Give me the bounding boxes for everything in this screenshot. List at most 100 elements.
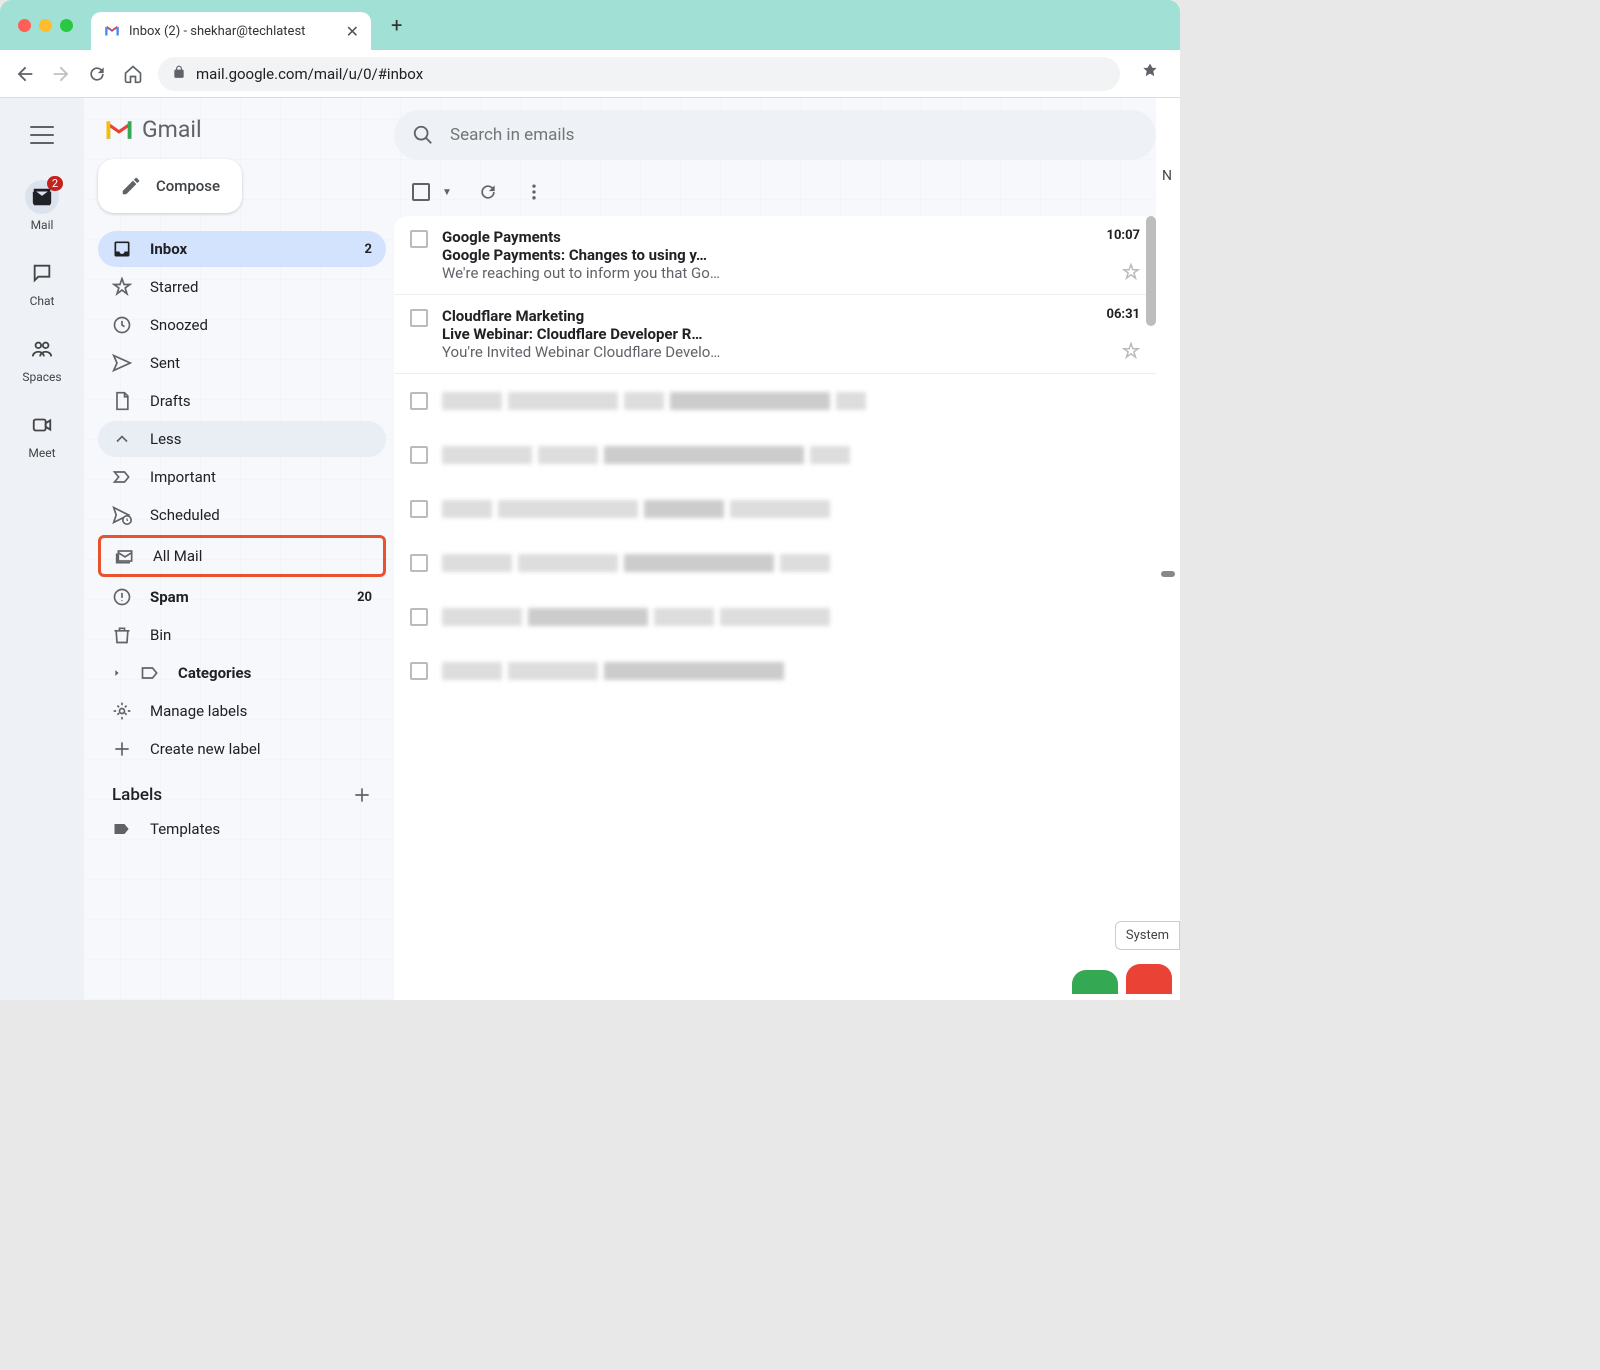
sidebar-item-less[interactable]: Less xyxy=(98,421,386,457)
url-bar[interactable]: mail.google.com/mail/u/0/#inbox xyxy=(158,57,1120,91)
browser-home-button[interactable] xyxy=(122,63,144,85)
all-mail-icon xyxy=(115,546,135,566)
sidebar-item-manage-labels[interactable]: Manage labels xyxy=(98,693,386,729)
email-checkbox[interactable] xyxy=(410,662,428,680)
send-icon xyxy=(112,353,132,373)
sidebar: Gmail Compose Inbox 2 Starred Snoozed Se… xyxy=(84,98,394,1000)
new-tab-button[interactable]: + xyxy=(371,13,422,37)
star-icon xyxy=(112,277,132,297)
chevron-right-icon xyxy=(112,663,122,683)
email-row[interactable]: Google Payments Google Payments: Changes… xyxy=(394,216,1156,295)
gear-icon xyxy=(112,701,132,721)
gmail-favicon-icon xyxy=(103,22,121,40)
sidebar-item-important[interactable]: Important xyxy=(98,459,386,495)
right-side-panel-peek: N L xyxy=(1156,98,1180,1000)
important-icon xyxy=(112,467,132,487)
sidebar-item-starred[interactable]: Starred xyxy=(98,269,386,305)
slider-indicator xyxy=(1161,571,1175,577)
sidebar-item-inbox[interactable]: Inbox 2 xyxy=(98,231,386,267)
email-checkbox[interactable] xyxy=(410,392,428,410)
scrollbar[interactable] xyxy=(1146,216,1156,326)
rail-spaces[interactable]: Spaces xyxy=(22,332,61,384)
search-icon xyxy=(412,124,434,146)
window-maximize-button[interactable] xyxy=(60,19,73,32)
label-icon xyxy=(140,663,160,683)
sidebar-item-bin[interactable]: Bin xyxy=(98,617,386,653)
meet-icon xyxy=(25,408,59,442)
browser-tab-strip: Inbox (2) - shekhar@techlatest ✕ + xyxy=(0,0,1180,50)
trash-icon xyxy=(112,625,132,645)
star-outline-icon[interactable] xyxy=(1122,263,1140,281)
email-row-redacted[interactable] xyxy=(394,428,1156,482)
plus-icon xyxy=(112,739,132,759)
sidebar-item-drafts[interactable]: Drafts xyxy=(98,383,386,419)
mail-badge: 2 xyxy=(47,176,63,191)
labels-header: Labels xyxy=(98,767,386,811)
sidebar-item-snoozed[interactable]: Snoozed xyxy=(98,307,386,343)
compose-button[interactable]: Compose xyxy=(98,159,242,213)
rail-chat[interactable]: Chat xyxy=(25,256,59,308)
sidebar-label-templates[interactable]: Templates xyxy=(98,811,386,847)
scheduled-icon xyxy=(112,505,132,525)
email-checkbox[interactable] xyxy=(410,230,428,248)
chat-icon xyxy=(25,256,59,290)
window-close-button[interactable] xyxy=(18,19,31,32)
email-list[interactable]: Google Payments Google Payments: Changes… xyxy=(394,216,1156,1000)
spaces-icon xyxy=(25,332,59,366)
extension-icon[interactable] xyxy=(1134,62,1166,86)
email-row[interactable]: Cloudflare Marketing Live Webinar: Cloud… xyxy=(394,295,1156,374)
email-checkbox[interactable] xyxy=(410,309,428,327)
sidebar-item-categories[interactable]: Categories xyxy=(98,655,386,691)
email-row-redacted[interactable] xyxy=(394,644,1156,698)
clock-icon xyxy=(112,315,132,335)
label-fill-icon xyxy=(112,819,132,839)
pencil-icon xyxy=(120,175,142,197)
main-content: ▼ Google Payments Google Payments: Chang… xyxy=(394,98,1156,1000)
browser-forward-button[interactable] xyxy=(50,63,72,85)
email-checkbox[interactable] xyxy=(410,608,428,626)
email-row-redacted[interactable] xyxy=(394,590,1156,644)
more-icon[interactable] xyxy=(524,182,544,202)
add-label-icon[interactable] xyxy=(352,785,372,805)
browser-tab-title: Inbox (2) - shekhar@techlatest xyxy=(129,24,305,39)
star-outline-icon[interactable] xyxy=(1122,342,1140,360)
system-badge[interactable]: System xyxy=(1115,921,1180,950)
hangout-fab-peek[interactable] xyxy=(1072,970,1118,994)
inbox-icon xyxy=(112,239,132,259)
sidebar-item-all-mail[interactable]: All Mail xyxy=(98,535,386,577)
email-checkbox[interactable] xyxy=(410,446,428,464)
left-rail: 2 Mail Chat Spaces Meet xyxy=(0,98,84,1000)
chevron-up-icon xyxy=(112,429,132,449)
rail-meet[interactable]: Meet xyxy=(25,408,59,460)
browser-reload-button[interactable] xyxy=(86,63,108,85)
select-dropdown-icon[interactable]: ▼ xyxy=(442,187,452,198)
mail-icon: 2 xyxy=(25,180,59,214)
email-checkbox[interactable] xyxy=(410,554,428,572)
gmail-logo[interactable]: Gmail xyxy=(98,108,386,159)
sidebar-item-sent[interactable]: Sent xyxy=(98,345,386,381)
sidebar-item-spam[interactable]: Spam 20 xyxy=(98,579,386,615)
email-checkbox[interactable] xyxy=(410,500,428,518)
main-menu-button[interactable] xyxy=(30,126,54,144)
file-icon xyxy=(112,391,132,411)
refresh-icon[interactable] xyxy=(478,182,498,202)
sidebar-item-create-label[interactable]: Create new label xyxy=(98,731,386,767)
window-minimize-button[interactable] xyxy=(39,19,52,32)
search-input[interactable] xyxy=(450,125,1138,145)
tab-close-icon[interactable]: ✕ xyxy=(346,22,359,41)
browser-tab[interactable]: Inbox (2) - shekhar@techlatest ✕ xyxy=(91,12,371,50)
email-row-redacted[interactable] xyxy=(394,536,1156,590)
hangout-fab-peek-2[interactable] xyxy=(1126,964,1172,994)
spam-icon xyxy=(112,587,132,607)
lock-icon xyxy=(172,64,186,83)
email-toolbar: ▼ xyxy=(394,168,1156,216)
browser-back-button[interactable] xyxy=(14,63,36,85)
email-row-redacted[interactable] xyxy=(394,482,1156,536)
select-all-checkbox[interactable] xyxy=(412,183,430,201)
search-bar[interactable] xyxy=(394,110,1156,160)
sidebar-item-scheduled[interactable]: Scheduled xyxy=(98,497,386,533)
url-text: mail.google.com/mail/u/0/#inbox xyxy=(196,65,423,83)
email-row-redacted[interactable] xyxy=(394,374,1156,428)
rail-mail[interactable]: 2 Mail xyxy=(25,180,59,232)
browser-toolbar: mail.google.com/mail/u/0/#inbox xyxy=(0,50,1180,98)
